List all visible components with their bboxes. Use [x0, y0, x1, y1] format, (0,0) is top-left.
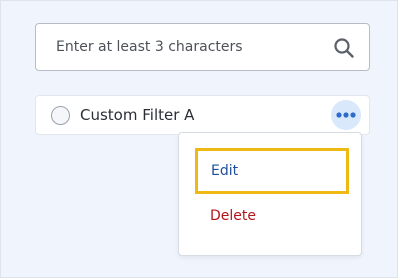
more-options-button[interactable] [331, 100, 361, 130]
menu-item-edit[interactable]: Edit [195, 148, 349, 194]
more-horizontal-icon [336, 112, 356, 118]
options-menu: Edit Delete [178, 132, 362, 256]
search-box [35, 23, 370, 71]
search-input[interactable] [36, 24, 326, 70]
menu-item-delete[interactable]: Delete [195, 194, 349, 240]
filter-list-item[interactable]: Custom Filter A [35, 95, 370, 135]
filter-panel: Custom Filter A Edit Delete [0, 0, 398, 278]
filter-label: Custom Filter A [80, 106, 195, 124]
filter-radio[interactable] [51, 106, 70, 125]
search-icon[interactable] [333, 37, 355, 59]
